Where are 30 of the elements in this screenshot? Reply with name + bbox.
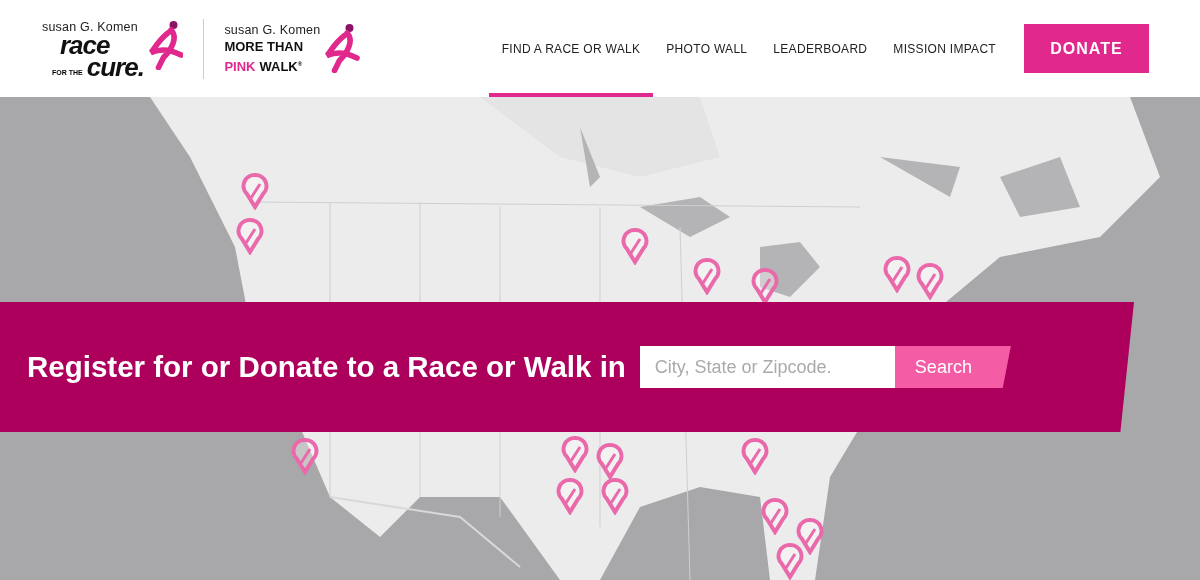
- logo-word: cure.: [86, 55, 144, 78]
- ribbon-pin-icon[interactable]: [595, 442, 625, 480]
- ribbon-pin-icon[interactable]: [600, 477, 630, 515]
- ribbon-pin-icon[interactable]: [750, 267, 780, 305]
- ribbon-pin-icon[interactable]: [692, 257, 722, 295]
- ribbon-pin-icon[interactable]: [240, 172, 270, 210]
- ribbon-pin-icon[interactable]: [235, 217, 265, 255]
- logo-word: race: [60, 33, 110, 56]
- nav-tab[interactable]: PHOTO WALL: [653, 0, 761, 97]
- ribbon-icon: [322, 22, 360, 73]
- brand-name: susan G. Komen: [224, 22, 321, 37]
- nav-tab[interactable]: MISSION IMPACT: [880, 0, 1009, 97]
- logo-text: WALK$^{®}$: [259, 58, 303, 75]
- ribbon-pin-icon[interactable]: [795, 517, 825, 555]
- donate-button[interactable]: DONATE: [1024, 24, 1149, 73]
- ribbon-pin-icon[interactable]: [775, 542, 805, 580]
- ribbon-pin-icon[interactable]: [560, 435, 590, 473]
- ribbon-pin-icon[interactable]: [740, 437, 770, 475]
- ribbon-pin-icon[interactable]: [290, 437, 320, 475]
- nav-tab[interactable]: LEADERBOARD: [760, 0, 881, 97]
- search-field[interactable]: City, State or Zipcode.: [639, 346, 895, 388]
- ribbon-pin-icon[interactable]: [882, 255, 912, 293]
- logo-text: MORE THAN: [224, 39, 305, 54]
- logo-text: PINK: [224, 60, 256, 75]
- ribbon-pin-icon[interactable]: [620, 227, 650, 265]
- banner-headline: Register for or Donate to a Race or Walk in: [27, 350, 626, 384]
- ribbon-pin-icon[interactable]: [915, 262, 945, 300]
- brand-name: susan G. Komen: [42, 19, 139, 34]
- ribbon-pin-icon[interactable]: [760, 497, 790, 535]
- ribbon-pin-icon[interactable]: [555, 477, 585, 515]
